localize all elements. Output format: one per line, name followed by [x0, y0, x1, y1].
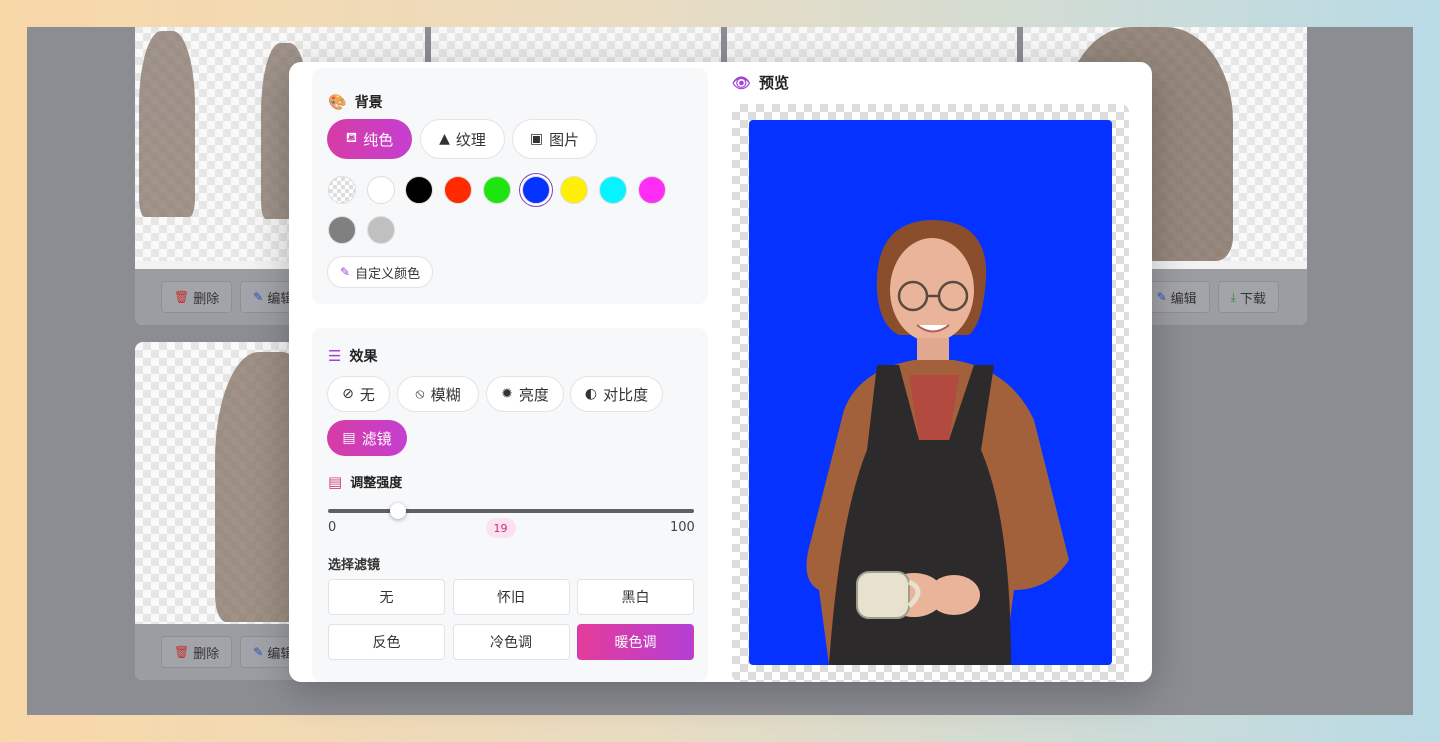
eye-icon: 👁	[732, 73, 752, 92]
filter-option[interactable]: 无	[328, 579, 445, 615]
effects-title: ☰ 效果	[328, 347, 378, 365]
preview-title: 👁 预览	[732, 73, 790, 93]
trash-icon: 🗑	[174, 645, 190, 659]
palette-icon: 🎨	[328, 93, 347, 111]
sun-icon: ✹	[501, 386, 513, 402]
effect-blur[interactable]: ⦸ 模糊	[397, 376, 479, 412]
swatch-silver[interactable]	[366, 216, 395, 244]
swatch-white[interactable]	[366, 176, 395, 204]
shapes-icon: ▲	[439, 131, 450, 147]
slider-min-label: 0	[328, 520, 337, 535]
swatch-yellow[interactable]	[560, 176, 589, 204]
eyedropper-icon: ✎	[340, 265, 351, 279]
pencil-icon: ✎	[1156, 290, 1167, 304]
blur-drop-icon: ⦸	[415, 386, 425, 402]
effect-contrast[interactable]: ◐ 对比度	[570, 376, 663, 412]
intensity-label: ▤ 调整强度	[328, 472, 403, 492]
swatch-blue[interactable]	[521, 176, 550, 204]
filter-option[interactable]: 冷色调	[452, 624, 570, 660]
delete-button[interactable]: 🗑 删除	[161, 281, 233, 313]
swatch-green[interactable]	[482, 176, 511, 204]
slider-value-badge: 19	[485, 518, 516, 538]
background-panel: 🎨 背景 ⛾ 纯色 ▲ 纹理 ▣ 图片 ✎ 自定义颜色	[312, 68, 708, 304]
images-icon: ▤	[328, 472, 343, 491]
pencil-icon: ✎	[253, 645, 264, 659]
download-button[interactable]: ⤓ 下载	[1217, 281, 1279, 313]
filter-option[interactable]: 怀旧	[452, 579, 570, 615]
background-title: 🎨 背景	[328, 93, 383, 111]
swatch-cyan[interactable]	[598, 176, 627, 204]
ban-icon: ⊘	[342, 386, 354, 402]
person-cutout	[806, 220, 1069, 665]
filter-select-label: 选择滤镜	[328, 558, 381, 573]
pencil-icon: ✎	[253, 290, 264, 304]
slider-max-label: 100	[670, 520, 695, 535]
image-icon: ▣	[529, 131, 544, 147]
swatch-black[interactable]	[405, 176, 434, 204]
custom-color-button[interactable]: ✎ 自定义颜色	[327, 256, 434, 288]
intensity-slider-handle[interactable]	[389, 503, 406, 519]
effects-panel: ☰ 效果 ⊘ 无 ⦸ 模糊 ✹ 亮度 ◐ 对比度 ▤ 滤镜 ▤ 调整强度 0 1…	[312, 328, 708, 682]
download-icon: ⤓	[1230, 289, 1236, 304]
trash-icon: 🗑	[174, 290, 190, 304]
effect-brightness[interactable]: ✹ 亮度	[486, 376, 564, 412]
delete-button[interactable]: 🗑 删除	[161, 636, 233, 668]
paint-bucket-icon: ⛾	[345, 130, 358, 146]
contrast-icon: ◐	[584, 386, 598, 402]
effect-filter[interactable]: ▤ 滤镜	[327, 420, 407, 456]
swatch-gray[interactable]	[328, 216, 356, 244]
tab-image[interactable]: ▣ 图片	[512, 119, 597, 159]
edit-modal: 🎨 背景 ⛾ 纯色 ▲ 纹理 ▣ 图片 ✎ 自定义颜色 ☰ 效果 ⊘ 无 ⦸ 模…	[289, 62, 1152, 682]
tab-texture[interactable]: ▲ 纹理	[420, 119, 505, 159]
tab-solid-color[interactable]: ⛾ 纯色	[327, 119, 412, 159]
filter-option[interactable]: 反色	[328, 624, 445, 660]
filter-option[interactable]: 暖色调	[577, 624, 694, 660]
swatch-magenta[interactable]	[637, 176, 666, 204]
filter-option[interactable]: 黑白	[577, 579, 694, 615]
images-icon: ▤	[342, 430, 356, 446]
preview-image	[749, 120, 1112, 665]
swatch-transparent[interactable]	[328, 176, 356, 204]
intensity-slider-track[interactable]	[328, 509, 694, 513]
sliders-icon: ☰	[328, 347, 342, 365]
preview-area	[732, 104, 1129, 682]
swatch-red[interactable]	[444, 176, 473, 204]
effect-none[interactable]: ⊘ 无	[327, 376, 390, 412]
edit-button[interactable]: ✎ 编辑	[1143, 281, 1210, 313]
